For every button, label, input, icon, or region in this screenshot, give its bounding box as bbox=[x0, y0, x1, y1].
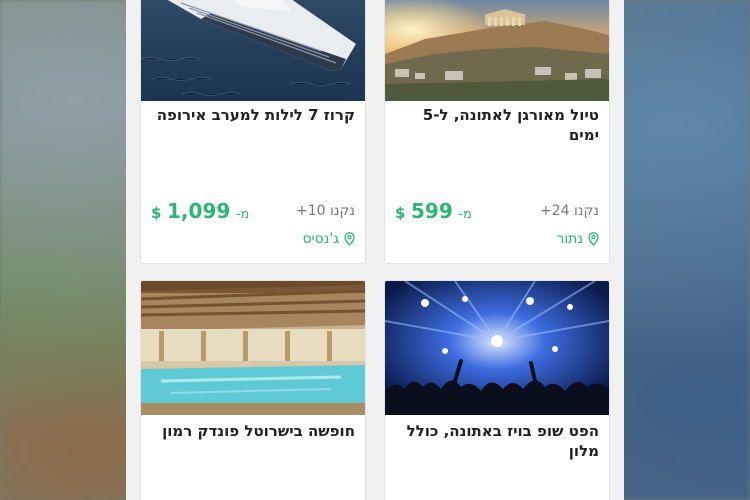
location-name: ג'נסיס bbox=[302, 231, 339, 247]
deal-card-concert[interactable]: הפט שופ בויז באתונה, כולל מלון bbox=[384, 280, 610, 500]
map-pin-icon bbox=[344, 232, 355, 246]
purchase-count: נקנו 10+ bbox=[296, 203, 355, 219]
price-prefix: מ- bbox=[458, 207, 472, 222]
deal-image-athens[interactable] bbox=[385, 0, 609, 101]
price-prefix: מ- bbox=[235, 207, 250, 222]
location-name: נתור bbox=[556, 231, 583, 247]
price-currency: $ bbox=[395, 204, 406, 222]
deal-card-athens[interactable]: טיול מאורגן לאתונה, ל-5 ימים נקנו 24+ מ-… bbox=[384, 0, 610, 264]
purchase-count: נקנו 24+ bbox=[540, 203, 599, 219]
price-currency: $ bbox=[151, 204, 162, 222]
deal-title[interactable]: טיול מאורגן לאתונה, ל-5 ימים bbox=[395, 105, 599, 145]
deal-image-pool[interactable] bbox=[141, 281, 365, 415]
deal-location: ג'נסיס bbox=[302, 231, 355, 247]
deal-image-cruise[interactable] bbox=[141, 0, 365, 101]
deal-price: מ- 1,099 $ bbox=[151, 199, 249, 223]
price-amount: 1,099 bbox=[167, 199, 231, 223]
deal-image-concert[interactable] bbox=[385, 281, 609, 415]
deal-title[interactable]: קרוז 7 לילות למערב אירופה bbox=[151, 105, 355, 125]
map-pin-icon bbox=[588, 232, 599, 246]
deal-title[interactable]: הפט שופ בויז באתונה, כולל מלון bbox=[395, 421, 599, 461]
deal-card-cruise[interactable]: קרוז 7 לילות למערב אירופה נקנו 10+ מ- 1,… bbox=[140, 0, 366, 264]
deals-feed[interactable]: טיול מאורגן לאתונה, ל-5 ימים נקנו 24+ מ-… bbox=[126, 0, 624, 500]
deal-location: נתור bbox=[556, 231, 599, 247]
deal-title[interactable]: חופשה בישרוטל פונדק רמון bbox=[151, 421, 355, 441]
deal-card-pool[interactable]: חופשה בישרוטל פונדק רמון bbox=[140, 280, 366, 500]
price-amount: 599 bbox=[411, 199, 453, 223]
deal-price: מ- 599 $ bbox=[395, 199, 472, 223]
